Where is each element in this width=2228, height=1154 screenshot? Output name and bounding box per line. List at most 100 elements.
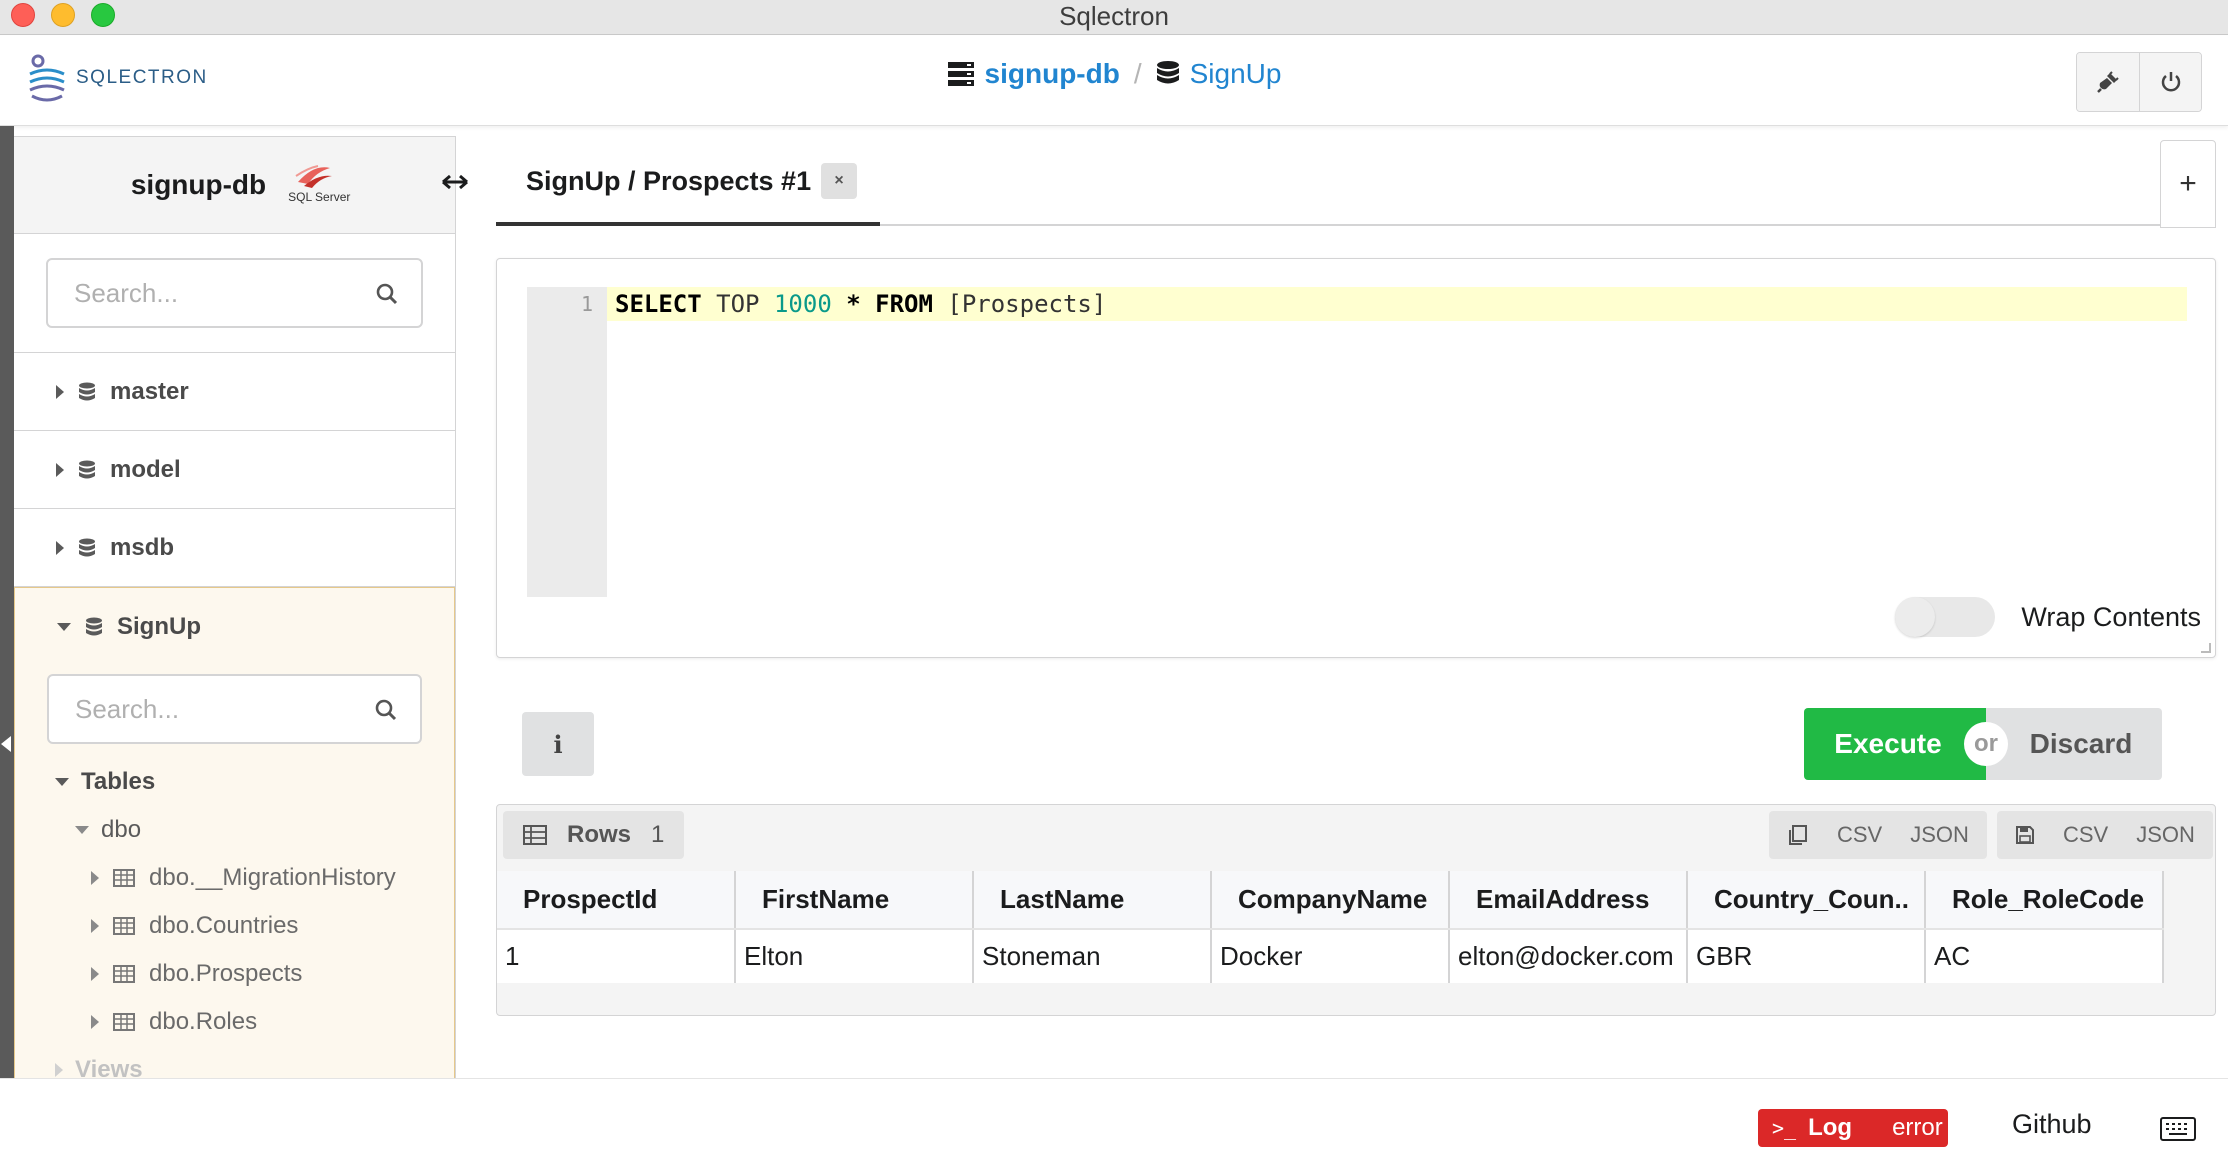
add-tab-button[interactable]: + <box>2160 140 2216 228</box>
keyboard-icon[interactable] <box>2160 1117 2196 1141</box>
connect-plug-button[interactable] <box>2077 53 2139 111</box>
tree-schema-dbo[interactable]: dbo <box>15 806 454 854</box>
database-item-master[interactable]: master <box>14 353 455 431</box>
sql-operator: * <box>846 290 861 318</box>
log-label: Log <box>1808 1114 1853 1141</box>
table-cell[interactable]: AC <box>1925 929 2164 983</box>
power-icon <box>2161 72 2180 92</box>
window-title: Sqlectron <box>1059 1 1169 31</box>
line-number: 1 <box>580 292 593 316</box>
copy-json-button[interactable]: JSON <box>1910 822 1969 848</box>
discard-button[interactable]: Discard <box>1986 708 2162 780</box>
column-header[interactable]: FirstName <box>735 871 974 930</box>
plug-icon <box>2097 71 2119 93</box>
wrap-contents-label: Wrap Contents <box>2021 601 2201 632</box>
collapse-caret-icon <box>55 778 69 786</box>
sql-number: 1000 <box>773 290 832 318</box>
header-button-group <box>2076 52 2202 112</box>
copy-csv-button[interactable]: CSV <box>1837 822 1882 848</box>
column-header[interactable]: ProspectId <box>497 871 736 930</box>
search-icon <box>376 283 398 305</box>
collapse-caret-icon <box>57 623 71 631</box>
github-link[interactable]: Github <box>2012 1109 2092 1140</box>
tree-table-label: dbo.Countries <box>149 912 299 939</box>
tree-table-item[interactable]: dbo.Prospects <box>15 950 454 998</box>
table-cell[interactable]: GBR <box>1687 929 1926 983</box>
save-export-group: CSV JSON <box>1997 811 2213 859</box>
log-error-button[interactable]: >_ Log error <box>1758 1109 1948 1147</box>
tree-table-label: dbo.Prospects <box>149 960 303 987</box>
column-header[interactable]: Country_Coun.. <box>1687 871 1926 930</box>
rows-label: Rows <box>567 821 632 848</box>
expand-caret-icon <box>91 919 99 933</box>
table-icon <box>113 965 135 983</box>
resize-handle-icon[interactable] <box>440 172 470 192</box>
database-name: model <box>110 455 181 483</box>
save-csv-button[interactable]: CSV <box>2063 822 2108 848</box>
execute-button[interactable]: Execute <box>1804 708 1986 780</box>
database-search <box>47 674 422 744</box>
collapse-arrow-icon <box>1 736 11 752</box>
info-button[interactable]: i <box>522 712 594 776</box>
power-button[interactable] <box>2139 53 2201 111</box>
expand-caret-icon <box>56 462 64 477</box>
sidebar-search-input[interactable] <box>48 260 421 326</box>
sql-server-label: SQL Server <box>288 190 351 204</box>
column-header[interactable]: Role_RoleCode <box>1925 871 2164 930</box>
sql-editor[interactable]: 1 SELECT TOP 1000 * FROM [Prospects] Wra… <box>496 258 2216 658</box>
tree-table-item[interactable]: dbo.Countries <box>15 902 454 950</box>
breadcrumb-database[interactable]: SignUp <box>1190 58 1282 90</box>
sql-keyword: TOP <box>716 290 760 318</box>
copy-icon <box>1789 825 1807 845</box>
save-json-button[interactable]: JSON <box>2136 822 2195 848</box>
tree-tables-group[interactable]: Tables <box>15 758 454 806</box>
database-name: SignUp <box>117 613 201 640</box>
tab-close-button[interactable]: × <box>821 163 858 199</box>
editor-resize-grip-icon[interactable] <box>2201 643 2211 653</box>
expand-caret-icon <box>56 540 64 555</box>
breadcrumb-server[interactable]: signup-db <box>985 58 1120 90</box>
database-item-msdb[interactable]: msdb <box>14 509 455 587</box>
tree-schema-label: dbo <box>101 816 142 843</box>
table-icon <box>113 1013 135 1031</box>
rows-count: 1 <box>651 821 665 848</box>
column-header[interactable]: CompanyName <box>1211 871 1450 930</box>
column-header[interactable]: EmailAddress <box>1449 871 1688 930</box>
tree-views-group[interactable]: Views <box>15 1046 454 1078</box>
table-cell[interactable]: Stoneman <box>973 929 1212 983</box>
sql-keyword: SELECT <box>615 290 702 318</box>
table-cell[interactable]: elton@docker.com <box>1449 929 1688 983</box>
copy-export-group: CSV JSON <box>1769 811 1987 859</box>
sidebar-collapse-strip[interactable] <box>0 126 14 1078</box>
database-item-model[interactable]: model <box>14 431 455 509</box>
breadcrumb-separator: / <box>1133 58 1142 89</box>
sql-query-text[interactable]: SELECT TOP 1000 * FROM [Prospects] <box>615 287 1106 321</box>
tree-table-item[interactable]: dbo.Roles <box>15 998 454 1046</box>
wrap-contents-toggle[interactable] <box>1895 597 1996 637</box>
tree-table-item[interactable]: dbo.__MigrationHistory <box>15 854 454 902</box>
log-status: error <box>1892 1114 1943 1141</box>
tabs-divider <box>880 224 2216 226</box>
database-item-signup[interactable]: SignUp <box>15 588 454 666</box>
server-icon <box>947 62 974 86</box>
database-item-signup-expanded: SignUp Tables dbo dbo.__MigrationHistory <box>14 587 455 1078</box>
tab-signup-prospects[interactable]: SignUp / Prospects #1 × <box>496 140 880 226</box>
app-header: SQLECTRON signup-db / SignUp <box>0 36 2228 126</box>
sidebar-search-wrap <box>14 234 455 353</box>
query-results: Rows 1 CSV JSON CSV JSON ProspectId Firs… <box>496 804 2216 1016</box>
column-header[interactable]: LastName <box>973 871 1212 930</box>
database-icon <box>79 382 95 400</box>
table-cell[interactable]: Elton <box>735 929 974 983</box>
search-icon <box>375 699 397 721</box>
expand-caret-icon <box>91 1015 99 1029</box>
table-cell[interactable]: Docker <box>1211 929 1450 983</box>
breadcrumb: signup-db / SignUp <box>0 58 2228 90</box>
results-header-row: ProspectId FirstName LastName CompanyNam… <box>497 871 2164 930</box>
table-cell[interactable]: 1 <box>497 929 736 983</box>
wrap-contents-control: Wrap Contents <box>1895 597 2201 637</box>
sidebar-server-header: signup-db SQL Server <box>14 136 455 234</box>
table-row: 1 Elton Stoneman Docker elton@docker.com… <box>497 929 2164 983</box>
database-name: msdb <box>110 533 175 561</box>
database-search-input[interactable] <box>49 676 420 742</box>
database-icon <box>86 617 102 636</box>
